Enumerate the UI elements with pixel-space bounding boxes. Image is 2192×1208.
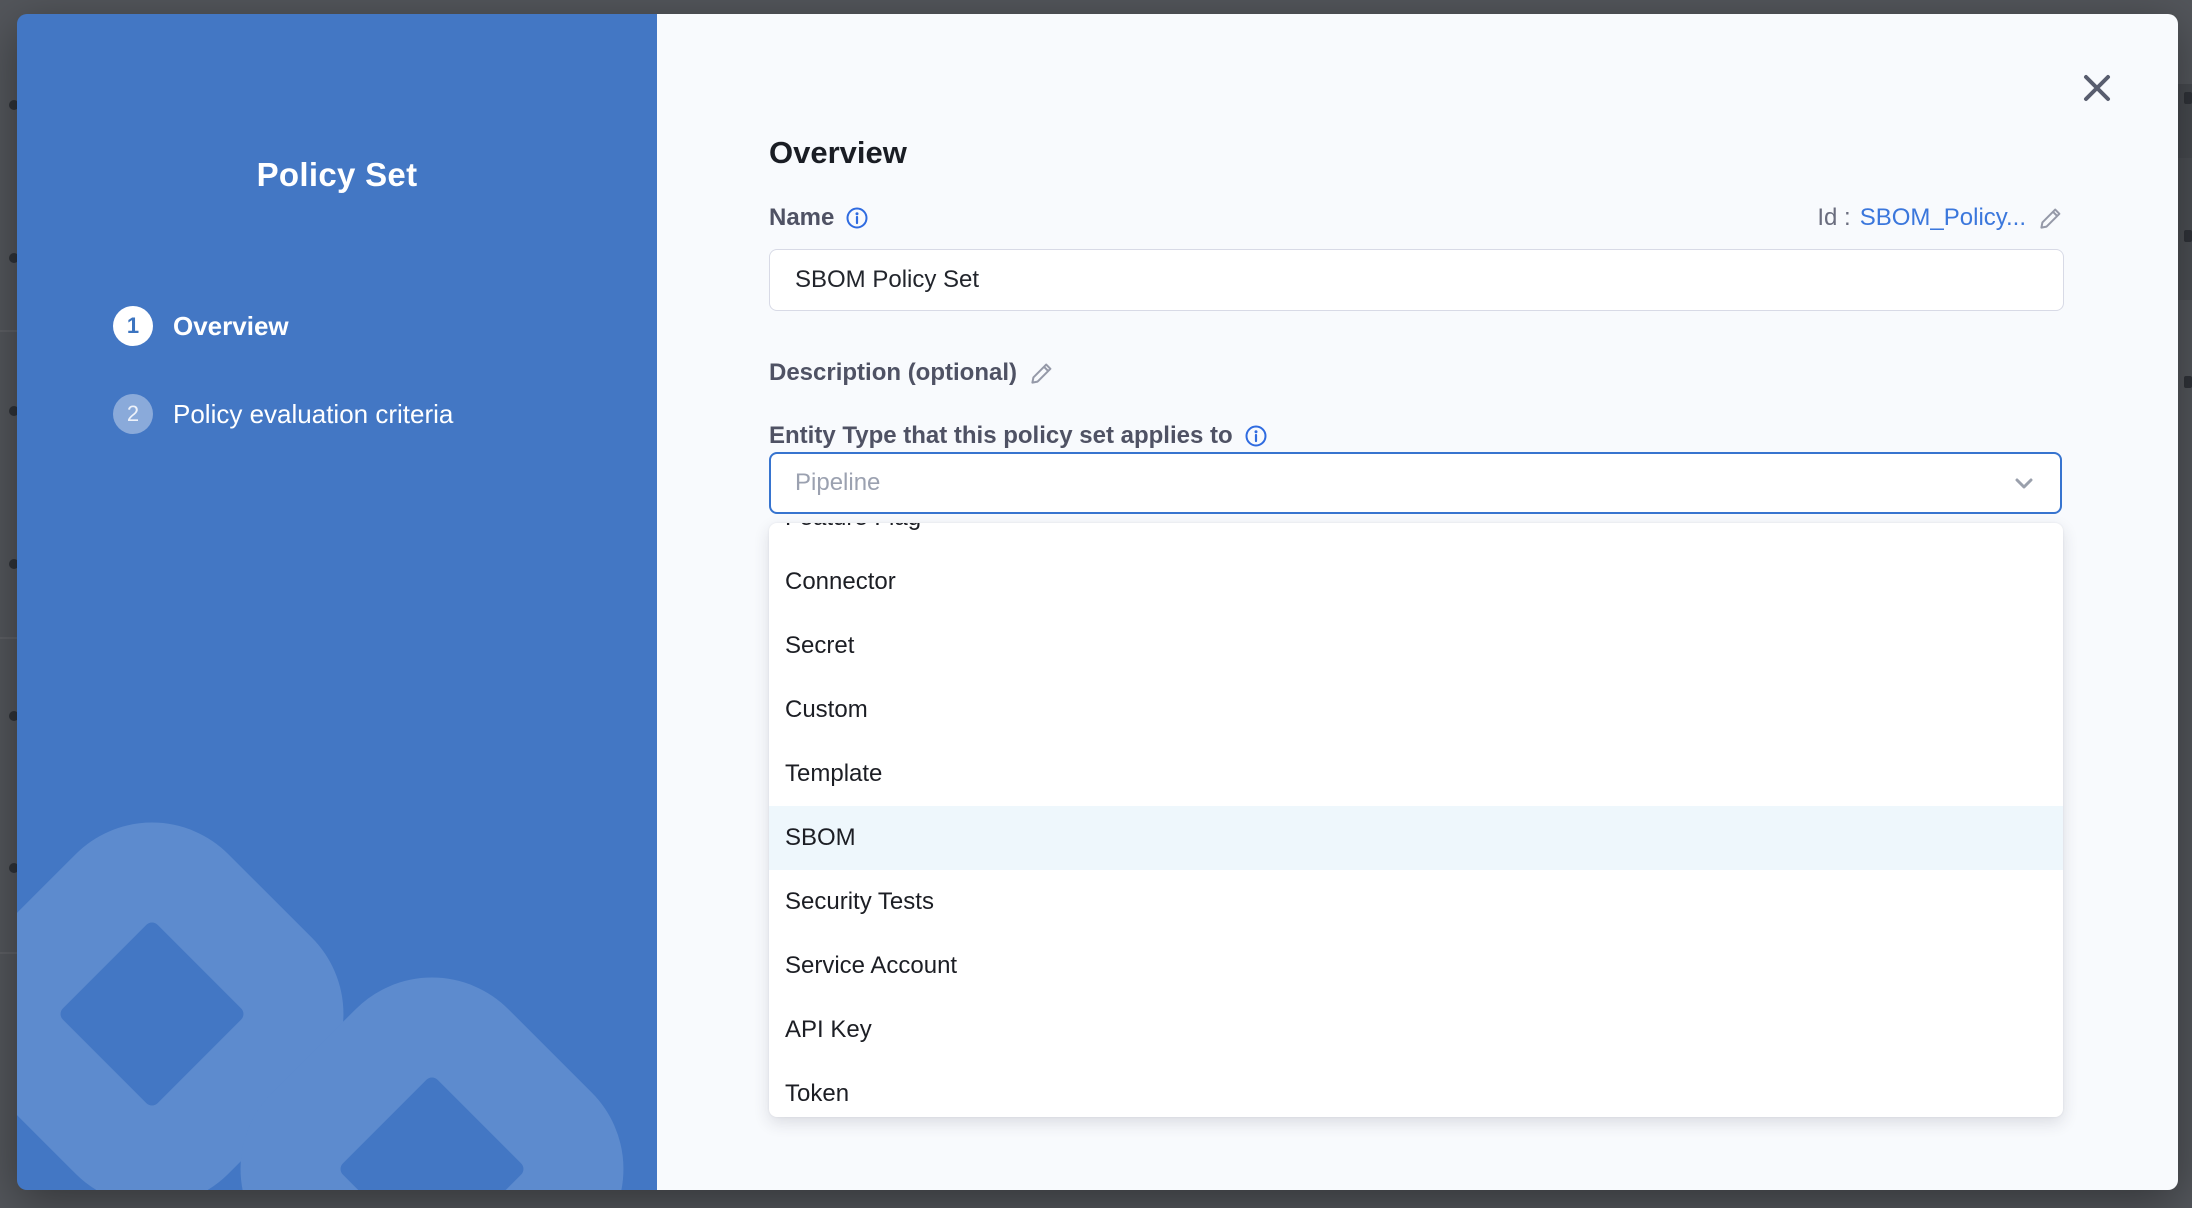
close-button[interactable] bbox=[2077, 68, 2117, 108]
backdrop-divider bbox=[0, 952, 17, 954]
policy-set-dialog: Policy Set 1 Overview 2 Policy evaluatio… bbox=[17, 14, 2178, 1190]
entity-type-label: Entity Type that this policy set applies… bbox=[769, 422, 1233, 450]
dialog-title: Policy Set bbox=[17, 156, 657, 194]
step-number-badge: 1 bbox=[113, 306, 153, 346]
dropdown-item-label: Custom bbox=[785, 696, 868, 724]
chevron-down-icon bbox=[2010, 469, 2038, 497]
backdrop-mark bbox=[2184, 230, 2192, 242]
step-label: Policy evaluation criteria bbox=[173, 399, 453, 430]
dropdown-item-label: Service Account bbox=[785, 952, 957, 980]
backdrop-divider bbox=[0, 330, 17, 332]
backdrop-band bbox=[2178, 158, 2192, 300]
dropdown-item[interactable]: Connector bbox=[769, 550, 2063, 614]
dropdown-item-label: Security Tests bbox=[785, 888, 934, 916]
name-label: Name bbox=[769, 204, 834, 232]
edit-id-button[interactable] bbox=[2038, 205, 2064, 231]
dropdown-item[interactable]: Custom bbox=[769, 678, 2063, 742]
edit-description-button[interactable] bbox=[1029, 360, 1055, 386]
dropdown-item[interactable]: Secret bbox=[769, 614, 2063, 678]
name-info-trigger[interactable] bbox=[846, 207, 868, 229]
dropdown-item[interactable]: Security Tests bbox=[769, 870, 2063, 934]
entity-type-select[interactable] bbox=[769, 452, 2062, 514]
close-icon bbox=[2080, 71, 2114, 105]
entity-type-info-trigger[interactable] bbox=[1245, 425, 1267, 447]
dropdown-item[interactable]: API Key bbox=[769, 998, 2063, 1062]
entity-id-display: Id : SBOM_Policy... bbox=[1817, 204, 2064, 232]
entity-type-dropdown-list: Feature Flag Connector Secret Custom Tem… bbox=[769, 523, 2063, 1117]
backdrop-mark bbox=[2184, 376, 2192, 388]
backdrop-divider bbox=[0, 637, 17, 639]
dropdown-item-label: Token bbox=[785, 1080, 849, 1108]
pencil-icon bbox=[1029, 360, 1055, 386]
dropdown-item-label: Template bbox=[785, 760, 882, 788]
overview-step-panel: Overview Name Id : SBOM_Policy... bbox=[657, 14, 2178, 1190]
dropdown-item[interactable]: Feature Flag bbox=[769, 523, 2063, 550]
dropdown-item-label: SBOM bbox=[785, 824, 856, 852]
dropdown-item-label: Feature Flag bbox=[785, 523, 921, 532]
description-label: Description (optional) bbox=[769, 359, 1017, 387]
dropdown-item[interactable]: Template bbox=[769, 742, 2063, 806]
dropdown-item-label: Secret bbox=[785, 632, 854, 660]
dropdown-item-label: API Key bbox=[785, 1016, 872, 1044]
wizard-sidebar: Policy Set 1 Overview 2 Policy evaluatio… bbox=[17, 14, 657, 1190]
step-number-badge: 2 bbox=[113, 394, 153, 434]
name-field-row: Name Id : SBOM_Policy... bbox=[769, 204, 2064, 232]
name-input[interactable] bbox=[769, 249, 2064, 311]
dropdown-item[interactable]: Service Account bbox=[769, 934, 2063, 998]
backdrop-mark bbox=[2184, 92, 2192, 104]
id-value-link[interactable]: SBOM_Policy... bbox=[1860, 204, 2026, 232]
description-row: Description (optional) bbox=[769, 359, 1055, 387]
wizard-step-policy-evaluation-criteria[interactable]: 2 Policy evaluation criteria bbox=[113, 394, 453, 434]
step-label: Overview bbox=[173, 311, 289, 342]
wizard-steps: 1 Overview 2 Policy evaluation criteria bbox=[113, 306, 453, 482]
pencil-icon bbox=[2038, 205, 2064, 231]
entity-type-select-input[interactable] bbox=[793, 468, 2010, 498]
dropdown-item[interactable]: SBOM bbox=[769, 806, 2063, 870]
panel-heading: Overview bbox=[769, 135, 907, 171]
wizard-step-overview[interactable]: 1 Overview bbox=[113, 306, 453, 346]
dropdown-item[interactable]: Token bbox=[769, 1062, 2063, 1117]
id-prefix-label: Id : bbox=[1817, 204, 1850, 232]
dropdown-item-label: Connector bbox=[785, 568, 896, 596]
entity-type-label-row: Entity Type that this policy set applies… bbox=[769, 422, 1267, 450]
info-icon bbox=[1245, 425, 1267, 447]
info-icon bbox=[846, 207, 868, 229]
